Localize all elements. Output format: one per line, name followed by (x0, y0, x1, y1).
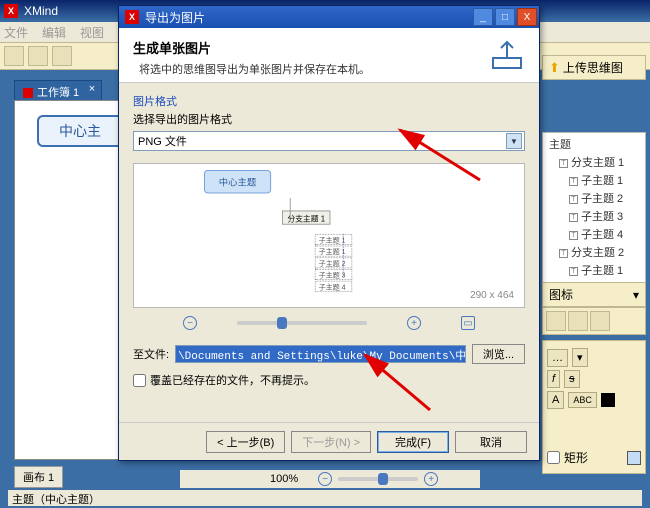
dialog-body: 图片格式 选择导出的图片格式 PNG 文件 ▼ 中心主题 分支主题 1 子主题 … (119, 83, 539, 398)
color-swatch[interactable] (601, 393, 615, 407)
export-icon (489, 38, 525, 74)
shape-label: 矩形 (564, 449, 588, 466)
overwrite-row: 覆盖已经存在的文件，不再提示。 (133, 372, 525, 388)
overwrite-checkbox[interactable] (133, 374, 146, 387)
preview-central-topic: 中心主题 (204, 170, 271, 193)
dialog-titlebar[interactable]: X 导出为图片 _ □ X (119, 6, 539, 28)
toolbar-button[interactable] (28, 46, 48, 66)
outline-item[interactable]: T子主题 4 (543, 225, 645, 243)
file-path-input[interactable]: \Documents and Settings\luke\My Document… (175, 345, 466, 363)
browse-button[interactable]: 浏览... (472, 344, 525, 364)
zoom-slider[interactable] (338, 477, 418, 481)
sheet-tab[interactable]: 画布 1 (14, 466, 63, 488)
file-label: 至文件: (133, 346, 169, 362)
outline-item[interactable]: T子主题 1 (543, 171, 645, 189)
zoom-out-icon[interactable]: − (318, 472, 332, 486)
status-bar: 主题（中心主题） (8, 490, 642, 506)
format-sub-label: 选择导出的图片格式 (133, 111, 525, 127)
outline-item[interactable]: T子主题 3 (543, 207, 645, 225)
overwrite-label: 覆盖已经存在的文件，不再提示。 (150, 372, 315, 388)
file-row: 至文件: \Documents and Settings\luke\My Doc… (133, 344, 525, 364)
style-select[interactable]: ▾ (572, 348, 588, 367)
italic-button[interactable]: f (547, 370, 560, 388)
central-topic[interactable]: 中心主 (37, 115, 123, 147)
app-logo-icon (23, 88, 33, 98)
toolbar-button[interactable] (52, 46, 72, 66)
outline-panel: 主题 T分支主题 1 T子主题 1 T子主题 2 T子主题 3 T子主题 4 T… (542, 132, 646, 300)
icon-picker[interactable] (590, 311, 610, 331)
outline-item[interactable]: T分支主题 1 (543, 153, 645, 171)
dialog-title: 生成单张图片 (133, 38, 525, 57)
format-group-label: 图片格式 (133, 93, 525, 109)
back-button[interactable]: < 上一步(B) (206, 431, 285, 453)
icons-section: 图标 ▾ (542, 282, 646, 335)
maximize-button[interactable]: □ (495, 8, 515, 26)
close-icon[interactable]: × (89, 83, 95, 95)
fit-icon[interactable]: ▭ (461, 316, 475, 330)
finish-button[interactable]: 完成(F) (377, 431, 449, 453)
minimize-button[interactable]: _ (473, 8, 493, 26)
app-logo-icon: X (125, 10, 139, 24)
preview-box: 中心主题 分支主题 1 子主题 1 子主题 1 子主题 2 子主题 3 子主题 … (133, 163, 525, 308)
upload-arrow-icon: ⬆ (549, 60, 560, 76)
preview-subtopic: 子主题 3 (315, 269, 352, 280)
zoom-slider[interactable] (237, 321, 367, 325)
cancel-button[interactable]: 取消 (455, 431, 527, 453)
close-button[interactable]: X (517, 8, 537, 26)
menu-file[interactable]: 文件 (4, 24, 28, 41)
zoom-in-icon[interactable]: + (424, 472, 438, 486)
icon-picker[interactable] (568, 311, 588, 331)
zoom-in-icon[interactable]: + (407, 316, 421, 330)
document-tab-label: 工作簿 1 (37, 87, 79, 99)
dialog-header: 生成单张图片 将选中的思维图导出为单张图片并保存在本机。 (119, 28, 539, 83)
align-button[interactable]: A (547, 391, 564, 409)
preview-subtopic: 子主题 1 (315, 246, 352, 257)
shape-checkbox[interactable] (547, 451, 560, 464)
toolbar-button[interactable] (4, 46, 24, 66)
preview-subtopic: 子主题 1 (315, 234, 352, 245)
icons-label: 图标 (549, 286, 573, 303)
icon-picker[interactable] (546, 311, 566, 331)
chevron-down-icon: ▼ (506, 133, 522, 149)
outline-item[interactable]: T子主题 1 (543, 261, 645, 279)
style-select[interactable]: … (547, 349, 568, 367)
upload-label: 上传思维图 (563, 59, 623, 76)
chevron-down-icon: ▾ (633, 288, 639, 302)
preview-subtopic: 子主题 4 (315, 281, 352, 292)
dialog-window-title: 导出为图片 (145, 9, 205, 26)
outline-root[interactable]: 主题 (543, 135, 645, 153)
zoom-percentage: 100% (270, 473, 298, 485)
next-button: 下一步(N) > (291, 431, 371, 453)
zoom-out-icon[interactable]: − (183, 316, 197, 330)
preview-subtopic: 子主题 2 (315, 257, 352, 268)
upload-panel: ⬆ 上传思维图 (542, 55, 646, 80)
preview-dimensions: 290 x 464 (470, 290, 514, 301)
global-zoom-bar: 100% − + (180, 470, 480, 488)
style-panel: … ▾ f s A ABC 矩形 (542, 340, 646, 474)
menu-edit[interactable]: 编辑 (42, 24, 66, 41)
dialog-footer: < 上一步(B) 下一步(N) > 完成(F) 取消 (119, 422, 539, 460)
app-logo: X (4, 4, 18, 18)
format-combobox[interactable]: PNG 文件 ▼ (133, 131, 525, 151)
upload-button[interactable]: ⬆ 上传思维图 (542, 55, 646, 80)
case-button[interactable]: ABC (568, 392, 597, 408)
preview-zoom-row: − + ▭ (133, 316, 525, 330)
outline-item[interactable]: T分支主题 2 (543, 243, 645, 261)
menu-view[interactable]: 视图 (80, 24, 104, 41)
export-dialog: X 导出为图片 _ □ X 生成单张图片 将选中的思维图导出为单张图片并保存在本… (118, 5, 540, 461)
shape-swatch[interactable] (627, 451, 641, 465)
outline-item[interactable]: T子主题 2 (543, 189, 645, 207)
app-title: XMind (24, 4, 58, 18)
dialog-subtitle: 将选中的思维图导出为单张图片并保存在本机。 (133, 61, 525, 77)
icons-header[interactable]: 图标 ▾ (542, 282, 646, 307)
strike-button[interactable]: s (564, 370, 580, 388)
format-value: PNG 文件 (138, 133, 187, 149)
